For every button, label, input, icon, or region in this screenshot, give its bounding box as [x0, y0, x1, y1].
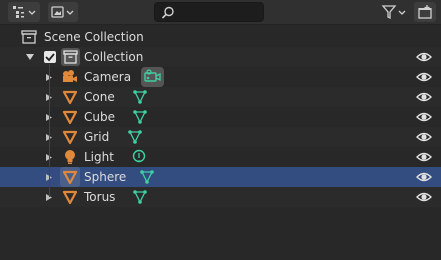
mesh-data-icon[interactable]	[139, 169, 155, 185]
chevron-down-icon	[28, 10, 36, 15]
view-layer-icon	[51, 6, 74, 18]
mesh-object-icon	[62, 190, 78, 205]
scene-collection-row[interactable]: Scene Collection	[0, 27, 441, 47]
outliner-item-sphere[interactable]: Sphere	[0, 167, 441, 187]
outliner-item-camera[interactable]: Camera	[0, 67, 441, 87]
filter-dropdown[interactable]	[379, 2, 409, 22]
collection-row[interactable]: Collection	[0, 47, 441, 67]
active-object-highlight	[60, 167, 80, 187]
outliner-item-light[interactable]: Light	[0, 147, 441, 167]
new-collection-button[interactable]	[414, 2, 436, 22]
scene-collection-icon	[21, 30, 37, 44]
collapsed-arrow-icon[interactable]	[46, 114, 52, 121]
outliner-item-label: Cone	[84, 90, 115, 104]
camera-icon	[63, 70, 77, 82]
eye-icon[interactable]	[416, 191, 432, 203]
collapsed-arrow-icon[interactable]	[46, 154, 52, 161]
eye-icon[interactable]	[416, 111, 432, 123]
camera-data-button[interactable]	[141, 67, 164, 87]
chevron-down-icon	[66, 10, 74, 15]
outliner-item-label: Cube	[84, 110, 115, 124]
search-input[interactable]	[177, 4, 265, 22]
light-data-icon[interactable]	[131, 149, 147, 165]
eye-icon[interactable]	[416, 91, 432, 103]
collapsed-arrow-icon[interactable]	[46, 174, 52, 181]
view-layer-dropdown[interactable]	[48, 2, 78, 22]
mesh-object-icon	[62, 110, 78, 125]
expanded-arrow-icon[interactable]	[25, 53, 35, 61]
eye-icon[interactable]	[416, 71, 432, 83]
mesh-data-icon[interactable]	[127, 129, 143, 145]
scene-collection-label: Scene Collection	[44, 30, 144, 44]
light-icon	[65, 150, 75, 164]
outliner-item-label: Grid	[84, 130, 110, 144]
collection-icon	[63, 50, 78, 64]
checkmark-icon	[45, 53, 55, 62]
collapsed-arrow-icon[interactable]	[46, 194, 52, 201]
chevron-down-icon	[398, 10, 406, 15]
mesh-object-icon	[62, 170, 78, 185]
collapsed-arrow-icon[interactable]	[46, 134, 52, 141]
mesh-data-icon[interactable]	[132, 89, 148, 105]
eye-icon[interactable]	[416, 151, 432, 163]
outliner-item-label: Sphere	[84, 170, 127, 184]
new-collection-icon	[418, 5, 432, 19]
outliner-item-label: Camera	[84, 70, 132, 84]
search-icon	[161, 6, 174, 19]
collection-label: Collection	[84, 50, 144, 64]
mesh-data-icon[interactable]	[132, 109, 148, 125]
outliner-item-label: Light	[84, 150, 114, 164]
mesh-object-icon	[62, 130, 78, 145]
mesh-object-icon	[62, 90, 78, 105]
collapsed-arrow-icon[interactable]	[46, 74, 52, 81]
collapsed-arrow-icon[interactable]	[46, 94, 52, 101]
eye-icon[interactable]	[416, 131, 432, 143]
outliner-item-torus[interactable]: Torus	[0, 187, 441, 207]
outliner-item-cube[interactable]: Cube	[0, 107, 441, 127]
outliner-header	[0, 0, 441, 25]
camera-data-icon	[144, 69, 161, 82]
outliner-item-grid[interactable]: Grid	[0, 127, 441, 147]
eye-icon[interactable]	[416, 51, 432, 63]
outliner-display-mode-icon	[13, 6, 36, 18]
search-field[interactable]	[154, 2, 265, 22]
display-mode-dropdown[interactable]	[8, 2, 40, 22]
outliner-item-cone[interactable]: Cone	[0, 87, 441, 107]
outliner-item-label: Torus	[84, 190, 116, 204]
mesh-data-icon[interactable]	[132, 189, 148, 205]
collection-icon-box	[61, 48, 80, 66]
eye-icon[interactable]	[416, 171, 432, 183]
funnel-icon	[381, 5, 406, 20]
collection-exclude-checkbox[interactable]	[44, 51, 56, 63]
